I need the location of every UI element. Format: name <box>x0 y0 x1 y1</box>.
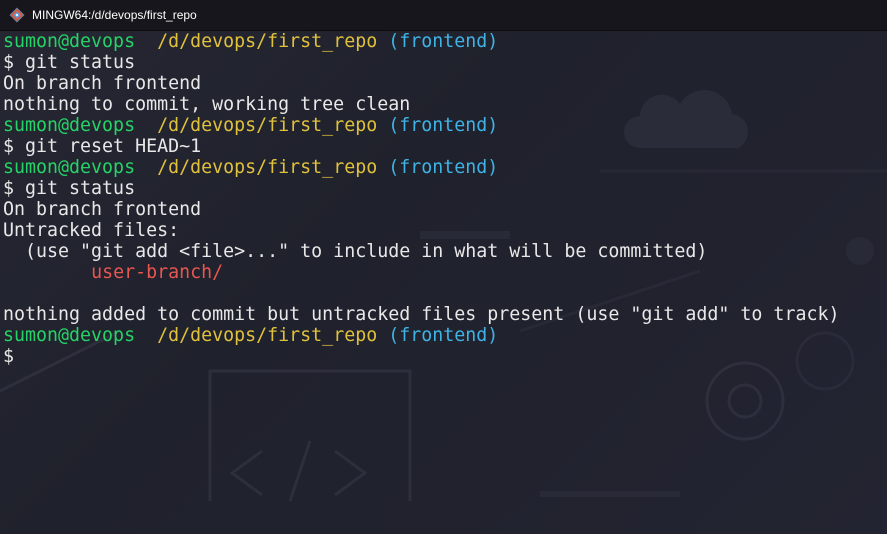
prompt-branch: (frontend) <box>388 157 499 178</box>
git-bash-icon <box>9 7 25 23</box>
output-line: $ git status <box>3 52 136 73</box>
window-title: MINGW64:/d/devops/first_repo <box>32 8 197 22</box>
prompt-line: sumon@devops /d/devops/first_repo (front… <box>3 31 883 52</box>
terminal-window: MINGW64:/d/devops/first_repo sumon@devop… <box>0 0 887 534</box>
prompt-user: sumon@devops <box>3 115 136 136</box>
prompt-branch: (frontend) <box>388 31 499 52</box>
terminal-output[interactable]: sumon@devops /d/devops/first_repo (front… <box>3 31 883 531</box>
prompt-branch: (frontend) <box>388 115 499 136</box>
prompt-line: sumon@devops /d/devops/first_repo (front… <box>3 157 883 178</box>
prompt-path: /d/devops/first_repo <box>157 31 378 52</box>
prompt-branch: (frontend) <box>388 325 499 346</box>
prompt-user: sumon@devops <box>3 157 136 178</box>
output-line: On branch frontend <box>3 73 202 94</box>
output-line: (use "git add <file>..." to include in w… <box>3 241 708 262</box>
output-line: nothing to commit, working tree clean <box>3 94 411 115</box>
title-bar: MINGW64:/d/devops/first_repo <box>0 0 887 31</box>
output-line: nothing added to commit but untracked fi… <box>3 304 840 325</box>
prompt-path: /d/devops/first_repo <box>157 325 378 346</box>
output-line: Untracked files: <box>3 220 180 241</box>
prompt-line: sumon@devops /d/devops/first_repo (front… <box>3 325 883 346</box>
prompt-path: /d/devops/first_repo <box>157 115 378 136</box>
output-line: On branch frontend <box>3 199 202 220</box>
prompt-user: sumon@devops <box>3 325 136 346</box>
prompt-path: /d/devops/first_repo <box>157 157 378 178</box>
output-line: $ git reset HEAD~1 <box>3 136 202 157</box>
untracked-file: user-branch/ <box>91 262 224 283</box>
untracked-file-line: user-branch/ <box>3 262 883 283</box>
output-line: $ <box>3 346 15 367</box>
output-line: $ git status <box>3 178 136 199</box>
prompt-line: sumon@devops /d/devops/first_repo (front… <box>3 115 883 136</box>
prompt-user: sumon@devops <box>3 31 136 52</box>
